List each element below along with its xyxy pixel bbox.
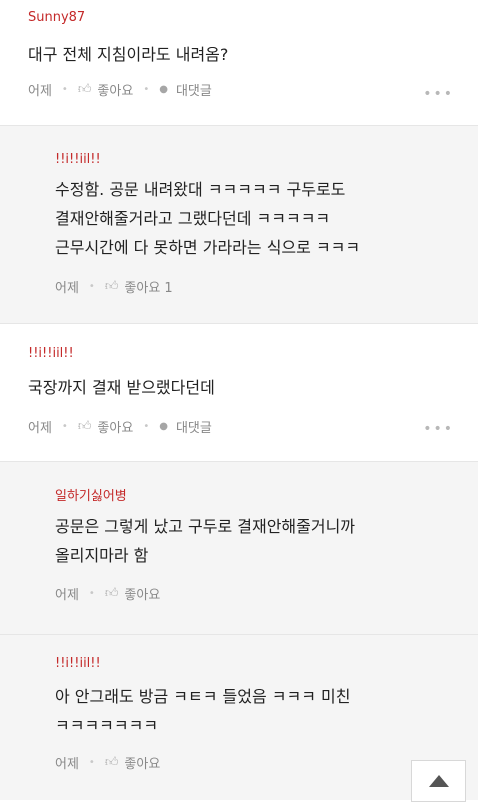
comment-meta: 어제 • 👍︎ 좋아요 <box>55 584 160 603</box>
comment-line: 근무시간에 다 못하면 가라라는 식으로 ㅋㅋㅋ <box>55 238 361 257</box>
comment-item: Sunny87 대구 전체 지침이라도 내려옴? 어제 • 👍︎ 좋아요 • ●… <box>0 0 478 125</box>
comment-time: 어제 <box>28 84 52 99</box>
separator-dot: • <box>61 84 68 95</box>
comment-author[interactable]: !!i!!iil!! <box>55 656 101 671</box>
separator-dot: • <box>143 84 150 95</box>
comment-meta: 어제 • 👍︎ 좋아요 • ● 대댓글 <box>28 80 212 99</box>
comment-time: 어제 <box>28 421 52 436</box>
comment-time: 어제 <box>55 281 79 296</box>
reply-item: !!i!!iil!! 아 안그래도 방금 ㅋㅌㅋ 들었음 ㅋㅋㅋ 미친 ㅋㅋㅋㅋ… <box>0 635 478 800</box>
thumbs-up-icon[interactable]: 👍︎ <box>105 279 119 294</box>
comment-author[interactable]: !!i!!iil!! <box>55 152 101 167</box>
comment-text: 공문은 그렇게 났고 구두로 결재안해줄거니까 올리지마라 함 <box>55 512 355 570</box>
more-dots-icon[interactable]: ••• <box>423 421 454 437</box>
comment-author[interactable]: Sunny87 <box>28 10 85 25</box>
separator-dot: • <box>61 421 68 432</box>
comment-item: !!i!!iil!! 국장까지 결재 받으랬다던데 어제 • 👍︎ 좋아요 • … <box>0 324 478 461</box>
comment-line: 국장까지 결재 받으랬다던데 <box>28 378 215 397</box>
like-button[interactable]: 좋아요 <box>97 80 133 99</box>
comment-line: 결재안해줄거라고 그랬다던데 ㅋㅋㅋㅋㅋ <box>55 209 331 228</box>
comment-text: 아 안그래도 방금 ㅋㅌㅋ 들었음 ㅋㅋㅋ 미친 ㅋㅋㅋㅋㅋㅋㅋ <box>55 682 350 740</box>
comment-line: ㅋㅋㅋㅋㅋㅋㅋ <box>55 716 159 735</box>
reply-button[interactable]: 대댓글 <box>176 80 212 99</box>
comment-meta: 어제 • 👍︎ 좋아요 • ● 대댓글 <box>28 417 212 436</box>
more-dots-icon[interactable]: ••• <box>423 86 454 102</box>
comment-time: 어제 <box>55 588 79 603</box>
comment-meta: 어제 • 👍︎ 좋아요 <box>55 753 160 772</box>
comment-time: 어제 <box>55 757 79 772</box>
comment-line: 대구 전체 지침이라도 내려옴? <box>28 45 229 64</box>
comment-line: 올리지마라 함 <box>55 546 149 565</box>
arrow-up-icon <box>428 775 449 787</box>
speech-bubble-icon[interactable]: ● <box>159 84 168 95</box>
separator-dot: • <box>88 757 95 768</box>
thumbs-up-icon[interactable]: 👍︎ <box>105 755 119 770</box>
comment-author[interactable]: !!i!!iil!! <box>28 346 74 361</box>
thumbs-up-icon[interactable]: 👍︎ <box>78 82 92 97</box>
scroll-to-top-button[interactable] <box>411 760 466 802</box>
separator-dot: • <box>88 281 95 292</box>
comment-line: 수정함. 공문 내려왔대 ㅋㅋㅋㅋㅋ 구두로도 <box>55 180 346 199</box>
comment-text: 대구 전체 지침이라도 내려옴? <box>28 40 228 69</box>
comment-text: 국장까지 결재 받으랬다던데 <box>28 373 215 402</box>
like-button[interactable]: 좋아요 <box>124 753 160 772</box>
like-button[interactable]: 좋아요 <box>124 584 160 603</box>
comment-author[interactable]: 일하기싫어병 <box>55 485 127 504</box>
comment-text: 수정함. 공문 내려왔대 ㅋㅋㅋㅋㅋ 구두로도 결재안해줄거라고 그랬다던데 ㅋ… <box>55 175 360 262</box>
reply-button[interactable]: 대댓글 <box>176 417 212 436</box>
reply-item: !!i!!iil!! 수정함. 공문 내려왔대 ㅋㅋㅋㅋㅋ 구두로도 결재안해줄… <box>0 126 478 323</box>
speech-bubble-icon[interactable]: ● <box>159 421 168 432</box>
comment-line: 아 안그래도 방금 ㅋㅌㅋ 들었음 ㅋㅋㅋ 미친 <box>55 687 351 706</box>
reply-item: 일하기싫어병 공문은 그렇게 났고 구두로 결재안해줄거니까 올리지마라 함 어… <box>0 462 478 634</box>
like-button[interactable]: 좋아요 1 <box>124 277 172 296</box>
separator-dot: • <box>143 421 150 432</box>
comment-meta: 어제 • 👍︎ 좋아요 1 <box>55 277 173 296</box>
thumbs-up-icon[interactable]: 👍︎ <box>78 419 92 434</box>
thumbs-up-icon[interactable]: 👍︎ <box>105 586 119 601</box>
like-button[interactable]: 좋아요 <box>97 417 133 436</box>
comment-line: 공문은 그렇게 났고 구두로 결재안해줄거니까 <box>55 517 356 536</box>
separator-dot: • <box>88 588 95 599</box>
